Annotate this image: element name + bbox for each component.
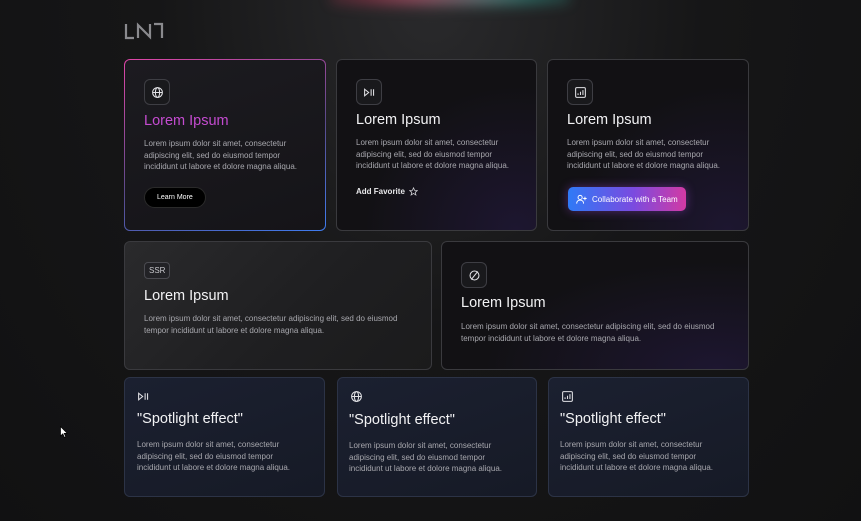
globe-icon — [351, 391, 362, 402]
card-description: Lorem ipsum dolor sit amet, consectetur … — [567, 138, 720, 170]
logo-icon — [124, 22, 164, 40]
bar-chart-icon — [567, 79, 593, 105]
add-favorite-label: Add Favorite — [356, 187, 405, 196]
collaborate-button[interactable]: Collaborate with a Team — [568, 187, 686, 211]
mouse-cursor-icon — [60, 426, 68, 438]
spotlight-card: "Spotlight effect" Lorem ipsum dolor sit… — [548, 377, 749, 497]
card-description: Lorem ipsum dolor sit amet, consectetur … — [356, 138, 509, 170]
star-icon — [408, 187, 418, 196]
spotlight-title: "Spotlight effect" — [560, 411, 666, 427]
slash-circle-icon — [461, 262, 487, 288]
learn-more-button[interactable]: Learn More — [144, 187, 206, 208]
spotlight-description: Lorem ipsum dolor sit amet, consectetur … — [137, 440, 290, 472]
card-description: Lorem ipsum dolor sit amet, consectetur … — [144, 139, 297, 171]
ssr-badge: SSR — [144, 262, 171, 279]
card-description: Lorem ipsum dolor sit amet, consectetur … — [461, 322, 715, 343]
spotlight-description: Lorem ipsum dolor sit amet, consectetur … — [349, 441, 502, 473]
card-title: Lorem Ipsum — [567, 112, 652, 128]
feature-card-slash: Lorem Ipsum Lorem ipsum dolor sit amet, … — [441, 241, 749, 370]
feature-card-collaborate: Lorem Ipsum Lorem ipsum dolor sit amet, … — [547, 59, 749, 231]
add-favorite-button[interactable]: Add Favorite — [356, 187, 418, 196]
play-pause-icon — [356, 79, 382, 105]
feature-card-ssr: SSR Lorem Ipsum Lorem ipsum dolor sit am… — [124, 241, 432, 370]
spotlight-title: "Spotlight effect" — [137, 411, 243, 427]
feature-card-learn: Lorem Ipsum Lorem ipsum dolor sit amet, … — [124, 59, 326, 231]
top-glow — [330, 0, 570, 14]
card-title: Lorem Ipsum — [356, 112, 441, 128]
card-title: Lorem Ipsum — [461, 295, 546, 311]
feature-card-favorite: Lorem Ipsum Lorem ipsum dolor sit amet, … — [336, 59, 537, 231]
spotlight-title: "Spotlight effect" — [349, 412, 455, 428]
card-title: Lorem Ipsum — [144, 288, 229, 304]
spotlight-description: Lorem ipsum dolor sit amet, consectetur … — [560, 440, 713, 472]
card-title: Lorem Ipsum — [144, 113, 229, 129]
add-user-icon — [576, 194, 587, 204]
card-description: Lorem ipsum dolor sit amet, consectetur … — [144, 314, 398, 335]
collaborate-label: Collaborate with a Team — [592, 194, 678, 204]
globe-icon — [144, 79, 170, 105]
spotlight-card: "Spotlight effect" Lorem ipsum dolor sit… — [337, 377, 537, 497]
play-pause-icon — [138, 392, 149, 401]
bar-chart-icon — [562, 391, 573, 402]
spotlight-card: "Spotlight effect" Lorem ipsum dolor sit… — [124, 377, 325, 497]
